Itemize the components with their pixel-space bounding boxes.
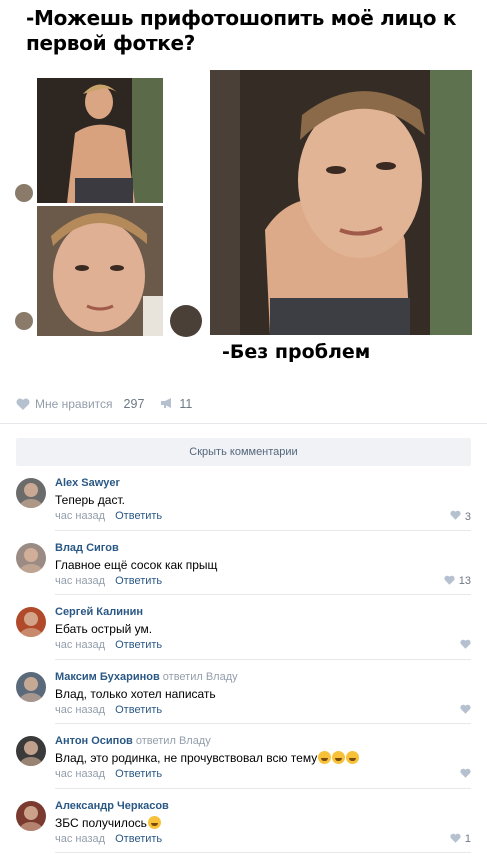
replied-word: ответил <box>162 670 203 683</box>
avatar[interactable] <box>16 736 46 766</box>
comment-author-line: Влад Сигов <box>55 542 119 554</box>
comment-like-count: 1 <box>464 833 471 845</box>
comment-meta: час назад Ответить <box>55 575 162 587</box>
meme-image[interactable]: -Можешь прифотошопить моё лицо к первой … <box>0 0 487 375</box>
comment-time[interactable]: час назад <box>55 704 105 716</box>
reply-button[interactable]: Ответить <box>115 575 162 587</box>
comment-author[interactable]: Сергей Калинин <box>55 606 143 618</box>
comment-author-line: Александр Черкасов <box>55 800 169 812</box>
reply-button[interactable]: Ответить <box>115 704 162 716</box>
comment-meta: час назад Ответить <box>55 833 162 845</box>
comment-time[interactable]: час назад <box>55 510 105 522</box>
avatar <box>15 312 33 330</box>
heart-icon <box>450 510 461 523</box>
shirtless-photo <box>37 78 163 203</box>
comment-author[interactable]: Антон Осипов <box>55 735 133 747</box>
comment: Alex Sawyer Теперь даст. час назад Ответ… <box>0 466 487 531</box>
share-button[interactable]: 11 <box>160 397 192 412</box>
comment-text: Теперь даст. <box>55 493 125 507</box>
comment-meta: час назад Ответить <box>55 510 162 522</box>
comment: Сергей Калинин Ебать острый ум. час наза… <box>0 595 487 660</box>
heart-icon <box>16 398 30 410</box>
comment-text: ЗБС получилось <box>55 815 161 830</box>
reply-target[interactable]: Владу <box>206 671 238 683</box>
comment-text: Главное ещё сосок как прыщ <box>55 558 217 572</box>
comment-text-body: Влад, только хотел написать <box>55 686 216 701</box>
comment-meta: час назад Ответить <box>55 639 162 651</box>
comment-like-button[interactable] <box>460 639 471 652</box>
avatar[interactable] <box>16 671 46 702</box>
like-label: Мне нравится <box>35 397 113 411</box>
like-button[interactable]: Мне нравится 297 <box>16 397 144 411</box>
avatar[interactable] <box>16 542 46 573</box>
comment-author[interactable]: Alex Sawyer <box>55 477 120 489</box>
comment-author-line: Максим Бухаринов ответил Владу <box>55 671 238 683</box>
comment: Антон Осипов ответил Владу Влад, это род… <box>0 724 487 789</box>
heart-icon <box>460 768 471 781</box>
comment-text: Ебать острый ум. <box>55 622 152 636</box>
laughing-emoji-icon <box>332 751 346 764</box>
avatar[interactable] <box>16 607 46 637</box>
divider <box>0 423 487 424</box>
avatar[interactable] <box>16 800 46 831</box>
share-count: 11 <box>179 397 193 411</box>
comment-author-line: Сергей Калинин <box>55 606 143 618</box>
comment-meta: час назад Ответить <box>55 768 162 780</box>
comment-text: Влад, только хотел написать <box>55 687 216 701</box>
laughing-emoji-icon <box>346 751 360 764</box>
photoshopped-result-photo <box>210 70 472 335</box>
comment-author[interactable]: Максим Бухаринов <box>55 671 160 683</box>
comment-time[interactable]: час назад <box>55 768 105 780</box>
comment-text-body: ЗБС получилось <box>55 815 147 830</box>
heart-icon <box>450 833 461 846</box>
reply-target[interactable]: Владу <box>179 735 211 747</box>
reply-button[interactable]: Ответить <box>115 768 162 780</box>
heart-icon <box>460 704 471 717</box>
comment-time[interactable]: час назад <box>55 575 105 587</box>
meme-reply-caption: -Без проблем <box>222 341 371 363</box>
comment-author-line: Антон Осипов ответил Владу <box>55 735 211 747</box>
comment-time[interactable]: час назад <box>55 833 105 845</box>
comment-like-button[interactable] <box>460 704 471 717</box>
comment-author[interactable]: Александр Черкасов <box>55 800 169 812</box>
comment-text: Влад, это родинка, не прочувствовал всю … <box>55 751 360 765</box>
comment-like-button[interactable]: 13 <box>444 575 471 588</box>
comment-like-button[interactable] <box>460 768 471 781</box>
comment: Влад Сигов Главное ещё сосок как прыщ ча… <box>0 531 487 595</box>
reply-button[interactable]: Ответить <box>115 639 162 651</box>
comment-author[interactable]: Влад Сигов <box>55 542 119 554</box>
avatar <box>170 305 202 337</box>
post-actions: Мне нравится 297 11 <box>16 394 192 414</box>
comment-like-count: 3 <box>464 510 471 523</box>
comments-list: Alex Sawyer Теперь даст. час назад Ответ… <box>0 466 487 853</box>
comment-meta: час назад Ответить <box>55 704 162 716</box>
heart-icon <box>444 575 455 588</box>
hide-comments-button[interactable]: Скрыть комментарии <box>16 438 471 466</box>
face-photo <box>37 206 163 336</box>
comment-like-button[interactable]: 1 <box>450 833 471 846</box>
replied-word: ответил <box>135 735 176 747</box>
comment-text-body: Главное ещё сосок как прыщ <box>55 557 218 572</box>
comment-like-button[interactable]: 3 <box>450 510 471 523</box>
meme-caption: -Можешь прифотошопить моё лицо к первой … <box>26 6 457 55</box>
comment: Максим Бухаринов ответил Владу Влад, тол… <box>0 660 487 724</box>
avatar <box>15 184 33 202</box>
avatar[interactable] <box>16 478 46 508</box>
comment-like-count: 13 <box>458 575 471 587</box>
comment-text-body: Влад, это родинка, не прочувствовал всю … <box>55 751 318 765</box>
reply-button[interactable]: Ответить <box>115 833 162 845</box>
laughing-emoji-icon <box>318 751 332 764</box>
comment-text-body: Ебать острый ум. <box>55 622 153 636</box>
reply-button[interactable]: Ответить <box>115 510 162 522</box>
heart-icon <box>460 639 471 652</box>
megaphone-icon <box>160 397 174 412</box>
comment-author-line: Alex Sawyer <box>55 477 120 489</box>
like-count: 297 <box>123 397 145 411</box>
comment-text-body: Теперь даст. <box>55 493 125 507</box>
laughing-emoji-icon <box>147 815 161 829</box>
comment-time[interactable]: час назад <box>55 639 105 651</box>
divider <box>55 852 471 853</box>
comment: Александр Черкасов ЗБС получилось час на… <box>0 789 487 853</box>
